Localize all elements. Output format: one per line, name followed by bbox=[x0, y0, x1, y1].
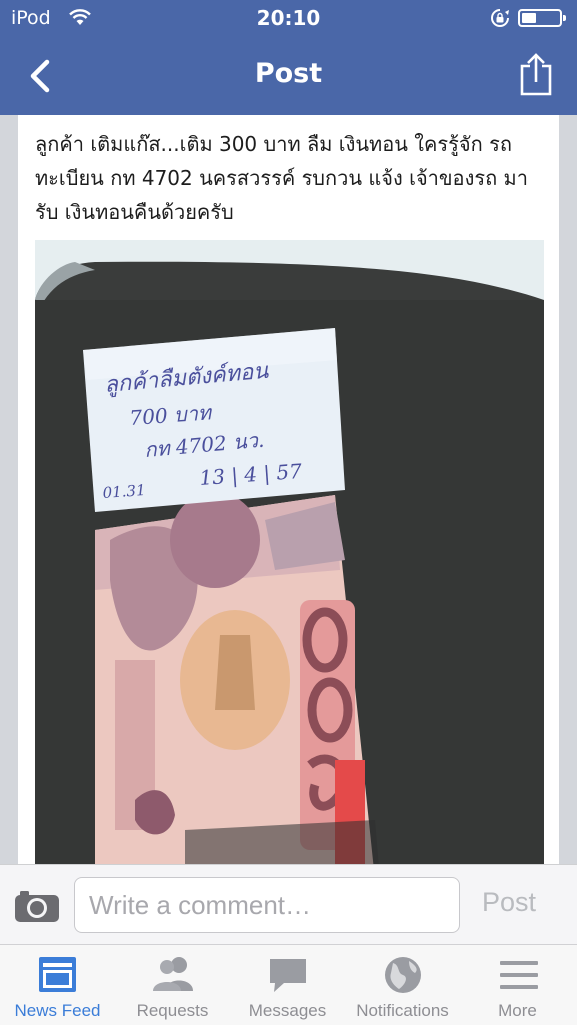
tab-label: More bbox=[498, 1001, 537, 1020]
tab-requests[interactable]: Requests bbox=[115, 945, 230, 1025]
tab-more[interactable]: More bbox=[460, 945, 575, 1025]
tab-bar: News Feed Requests Messages Notification… bbox=[0, 944, 577, 1025]
menu-icon bbox=[500, 961, 538, 989]
comment-bar: Write a comment… Post bbox=[0, 864, 577, 945]
banknote-photo-illustration: ลูกค้าลืมตังค์ทอน 700 บาท กท 4702 นว. 01… bbox=[35, 240, 544, 880]
tab-label: Notifications bbox=[356, 1001, 449, 1020]
navigation-bar: Post bbox=[0, 38, 577, 115]
note-time: 01.31 bbox=[102, 481, 146, 502]
post-photo[interactable]: ลูกค้าลืมตังค์ทอน 700 บาท กท 4702 นว. 01… bbox=[35, 240, 544, 880]
tab-messages[interactable]: Messages bbox=[230, 945, 345, 1025]
camera-icon[interactable] bbox=[14, 889, 60, 923]
post-comment-button[interactable]: Post bbox=[482, 887, 536, 918]
friend-requests-icon bbox=[153, 957, 193, 991]
tab-notifications[interactable]: Notifications bbox=[345, 945, 460, 1025]
news-feed-icon bbox=[39, 957, 76, 992]
comment-input[interactable]: Write a comment… bbox=[74, 877, 460, 933]
rotation-lock-icon bbox=[491, 9, 509, 27]
tab-label: Messages bbox=[248, 1001, 327, 1020]
tab-label: News Feed bbox=[14, 1001, 101, 1020]
post-message: ลูกค้า เติมแก๊ส...เติม 300 บาท ลืม เงินท… bbox=[35, 132, 528, 224]
status-bar: iPod 20:10 bbox=[0, 0, 577, 38]
page-title: Post bbox=[254, 58, 323, 89]
tab-label: Requests bbox=[136, 1001, 209, 1020]
messages-icon bbox=[270, 959, 306, 992]
battery-icon bbox=[518, 9, 566, 27]
globe-icon bbox=[385, 957, 421, 993]
tab-news-feed[interactable]: News Feed bbox=[0, 945, 115, 1025]
share-icon[interactable] bbox=[516, 52, 556, 96]
post-card: ลูกค้า เติมแก๊ส...เติม 300 บาท ลืม เงินท… bbox=[18, 115, 559, 880]
